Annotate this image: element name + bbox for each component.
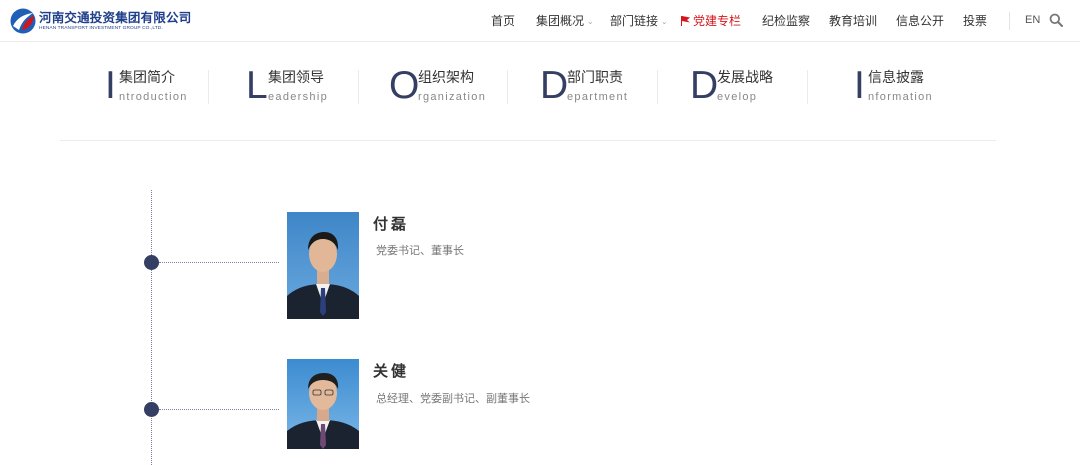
subnav-label-en: evelop <box>717 91 758 103</box>
flag-icon <box>681 16 690 26</box>
subnav-initial: I <box>854 64 865 107</box>
nav-item-label: 部门链接 <box>610 14 659 28</box>
nav-divider <box>1009 12 1010 30</box>
timeline-connector <box>159 262 279 263</box>
subnav-label-cn: 集团简介 <box>119 70 175 86</box>
subnav-label-en: rganization <box>418 91 487 103</box>
leader-photo[interactable] <box>287 359 359 449</box>
timeline-dot <box>144 255 159 270</box>
nav-item-information-disclosure[interactable]: 信息公开 <box>896 13 944 29</box>
site-header: 河南交通投资集团有限公司 HENAN TRANSPORT INVESTMENT … <box>0 0 1080 42</box>
nav-item-discipline-inspection[interactable]: 纪检监察 <box>762 13 810 29</box>
leader-title: 党委书记、董事长 <box>376 244 464 257</box>
chevron-down-icon: ⌄ <box>587 16 594 26</box>
leader-photo[interactable] <box>287 212 359 319</box>
subnav-initial: O <box>389 64 420 107</box>
subnav-initial: D <box>690 64 719 107</box>
nav-item-education-training[interactable]: 教育培训 <box>829 13 877 29</box>
subnav-divider <box>807 70 808 104</box>
subnav-label-cn: 部门职责 <box>567 70 623 86</box>
subnav-label-cn: 发展战略 <box>717 70 773 86</box>
subnav-label-en: ntroduction <box>119 91 188 103</box>
nav-item-label: 集团概况 <box>536 14 585 28</box>
nav-item-group-overview[interactable]: 集团概况 ⌄ <box>536 13 594 30</box>
nav-item-label: 党建专栏 <box>693 14 742 28</box>
subnav-label-en: eadership <box>268 91 329 103</box>
main-nav: 首页 集团概况 ⌄ 部门链接 ⌄ 党建专栏 纪检监察 教育培训 信息公开 投票 EN <box>0 0 1080 42</box>
subnav-label-en: nformation <box>868 91 933 103</box>
chevron-down-icon: ⌄ <box>661 16 668 26</box>
subnav-divider <box>358 70 359 104</box>
subnav-initial: I <box>105 64 116 107</box>
subnav-label-cn: 信息披露 <box>868 70 924 86</box>
portrait-image <box>287 212 359 319</box>
portrait-image <box>287 359 359 449</box>
timeline-dot <box>144 402 159 417</box>
leader-name: 关健 <box>373 362 410 380</box>
nav-item-home[interactable]: 首页 <box>491 13 515 29</box>
language-switch[interactable]: EN <box>1025 14 1040 26</box>
subnav-initial: L <box>246 64 268 107</box>
nav-item-department-links[interactable]: 部门链接 ⌄ <box>610 13 668 30</box>
search-icon[interactable] <box>1049 13 1063 27</box>
subnav-divider <box>208 70 209 104</box>
subnav-initial: D <box>540 64 569 107</box>
subnav-label-cn: 组织架构 <box>418 70 474 86</box>
subnav-label-cn: 集团领导 <box>268 70 324 86</box>
leader-title: 总经理、党委副书记、副董事长 <box>376 392 530 405</box>
subnav-divider <box>657 70 658 104</box>
section-subnav: I 集团简介 ntroduction L 集团领导 eadership O 组织… <box>60 42 996 141</box>
nav-item-party-building[interactable]: 党建专栏 <box>680 13 741 29</box>
subnav-divider <box>507 70 508 104</box>
timeline-line <box>151 190 152 465</box>
timeline-connector <box>159 409 279 410</box>
leader-name: 付磊 <box>373 215 410 233</box>
nav-item-vote[interactable]: 投票 <box>963 13 987 29</box>
subnav-label-en: epartment <box>567 91 629 103</box>
